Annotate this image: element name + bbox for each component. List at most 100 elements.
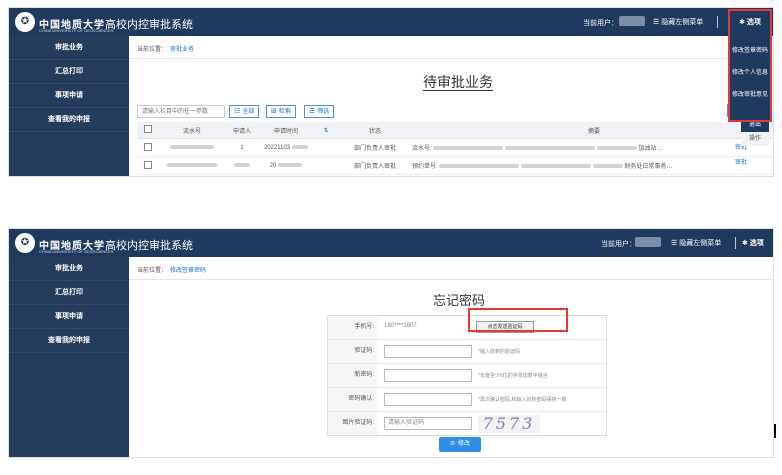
filter-icon: ☰	[309, 108, 316, 115]
filter-button[interactable]: ☰ 筛选	[304, 105, 335, 118]
row-digest-tail: 加油站…	[638, 146, 663, 152]
university-name-en: CHINA UNIVERSITY OF GEOSCIENCES	[39, 28, 114, 33]
current-user-label: 当前用户：	[583, 20, 618, 27]
sidebar-item-apply[interactable]: 事项申请	[9, 305, 129, 329]
menu-item-change-seal-password[interactable]: 修改签章密码	[730, 41, 770, 61]
breadcrumb-current[interactable]: 审批业务	[170, 47, 194, 53]
sort-icon[interactable]: ⇅	[313, 122, 339, 139]
phone-value: 180****1607	[384, 323, 417, 329]
row-time: 20221103	[259, 138, 313, 157]
row-select[interactable]	[137, 156, 159, 175]
filter-button-label: 筛选	[317, 109, 330, 115]
search-input[interactable]: 请输入栏目中的任一参数	[137, 105, 225, 118]
row-status: 部门负责人审批	[339, 138, 411, 157]
row-serial	[159, 138, 225, 157]
row-applicant: 1	[225, 138, 259, 157]
select-all-cell[interactable]	[137, 122, 159, 139]
divider	[129, 279, 773, 280]
captcha-input[interactable]: 请输入验证码	[384, 417, 472, 430]
row-status: 部门负责人审批	[339, 156, 411, 175]
search-icon: ⊞	[271, 108, 277, 115]
row-select[interactable]	[137, 138, 159, 157]
submit-button[interactable]: ⊘ 修改	[439, 437, 481, 452]
row-sort-spacer	[313, 156, 339, 175]
table-header-row: 流水号 申请人 申请时间 ⇅ 状态 摘要	[137, 122, 773, 139]
new-password-label: 新密码:	[328, 364, 378, 387]
new-password-input[interactable]	[384, 369, 472, 382]
search-button-label: 检索	[278, 109, 291, 115]
new-password-row: 新密码: *长度至少6位的字母加数字组合	[328, 364, 606, 388]
row-time-text: 20	[269, 162, 277, 169]
phone-label: 手机号:	[328, 316, 378, 339]
page-title: 忘记密码	[433, 293, 486, 308]
menu-item-change-approval-opinion[interactable]: 修改审批意见	[730, 85, 770, 105]
highlight-box	[468, 308, 568, 332]
sidebar-item-my-reports[interactable]: 查看我的申报	[9, 329, 129, 353]
current-user-name	[619, 16, 645, 26]
top-bar: ✪ 中国地质大学 CHINA UNIVERSITY OF GEOSCIENCES…	[9, 229, 773, 257]
screenshot-pending-approvals: ✪ 中国地质大学 CHINA UNIVERSITY OF GEOSCIENCES…	[8, 7, 774, 177]
select-all-checkbox[interactable]	[144, 125, 152, 133]
phone-row: 手机号: 180****1607 点击发送验证码	[328, 308, 606, 340]
all-button-label: 全部	[242, 109, 255, 115]
code-input[interactable]	[384, 345, 472, 358]
university-name-en: CHINA UNIVERSITY OF GEOSCIENCES	[39, 249, 114, 254]
row-checkbox[interactable]	[144, 142, 152, 151]
row-digest-text: 预约单号:	[412, 164, 438, 170]
submit-button-label: 修改	[458, 441, 471, 447]
current-user-name	[635, 237, 661, 247]
sidebar: 审批业务 汇总打印 事项申请 查看我的申报	[9, 257, 129, 457]
breadcrumb-current[interactable]: 修改签章密码	[170, 268, 206, 274]
col-status: 状态	[339, 122, 411, 139]
col-time: 申请时间	[259, 122, 313, 139]
approve-link[interactable]: 审批	[735, 157, 747, 166]
university-logo-icon: ✪	[15, 233, 35, 253]
new-password-hint: *长度至少6位的字母加数字组合	[478, 373, 548, 379]
approvals-table: 流水号 申请人 申请时间 ⇅ 状态 摘要 1 20221103 部门负责人审批 …	[137, 122, 773, 175]
separator	[735, 237, 736, 249]
menu-item-logout[interactable]: 退出	[749, 122, 761, 128]
separator	[717, 16, 718, 28]
top-bar: ✪ 中国地质大学 CHINA UNIVERSITY OF GEOSCIENCES…	[9, 8, 773, 36]
sidebar-item-my-reports[interactable]: 查看我的申报	[9, 108, 129, 132]
col-serial: 流水号	[159, 122, 225, 139]
breadcrumb-prefix: 当前位置：	[137, 268, 168, 274]
row-sort-spacer	[313, 138, 339, 157]
sidebar-item-approval[interactable]: 审批业务	[9, 36, 129, 60]
forgot-password-form: 手机号: 180****1607 点击发送验证码 验证码: *输入收到的验证码 …	[327, 308, 607, 436]
sidebar-item-print-summary[interactable]: 汇总打印	[9, 60, 129, 84]
options-dropdown: ✱ 选项 修改签章密码 修改个人信息 修改审批意见	[728, 9, 772, 122]
confirm-password-label: 密码确认:	[328, 388, 378, 411]
sidebar-item-print-summary[interactable]: 汇总打印	[9, 281, 129, 305]
row-serial	[159, 156, 225, 175]
breadcrumb: 当前位置： 审批业务	[137, 44, 194, 53]
sidebar-item-apply[interactable]: 事项申请	[9, 84, 129, 108]
all-button[interactable]: ☷ 全部	[229, 105, 260, 118]
row-time-text: 20221103	[263, 144, 291, 151]
grid-icon: ☷	[234, 108, 241, 115]
system-title: 高校内控审批系统	[105, 240, 193, 252]
options-button[interactable]: ✱ 选项	[730, 11, 770, 34]
page-title: 待审批业务	[423, 74, 493, 91]
hide-menu-button[interactable]: ☰ 隐藏左侧菜单	[671, 238, 721, 248]
options-button[interactable]: ✱ 选项	[742, 238, 764, 248]
captcha-label: 图片验证码:	[328, 412, 378, 435]
sidebar-item-approval[interactable]: 审批业务	[9, 257, 129, 281]
row-applicant	[225, 156, 259, 175]
col-applicant: 申请人	[225, 122, 259, 139]
search-button[interactable]: ⊞ 检索	[266, 105, 296, 118]
confirm-password-input[interactable]	[384, 393, 472, 406]
confirm-password-row: 密码确认: *再次确认密码,和输入的新密码保持一致	[328, 388, 606, 412]
current-user-label: 当前用户：	[601, 241, 636, 248]
check-circle-icon: ⊘	[449, 441, 455, 447]
breadcrumb-prefix: 当前位置：	[137, 47, 168, 53]
row-checkbox[interactable]	[144, 160, 152, 169]
hide-menu-button[interactable]: ☰ 隐藏左侧菜单	[653, 17, 703, 27]
row-digest: 流水号: 加油站…	[411, 138, 773, 157]
menu-item-change-profile[interactable]: 修改个人信息	[730, 63, 770, 83]
table-row: 1 20221103 部门负责人审批 流水号: 加油站…	[137, 138, 773, 157]
cursor-bar	[774, 424, 776, 438]
breadcrumb: 当前位置： 修改签章密码	[137, 265, 206, 274]
captcha-image[interactable]: 7573	[478, 415, 540, 433]
main-content: 当前位置： 审批业务 待审批业务 请输入栏目中的任一参数 ☷ 全部 ⊞ 检索 ☰ 筛选 …	[129, 36, 773, 176]
